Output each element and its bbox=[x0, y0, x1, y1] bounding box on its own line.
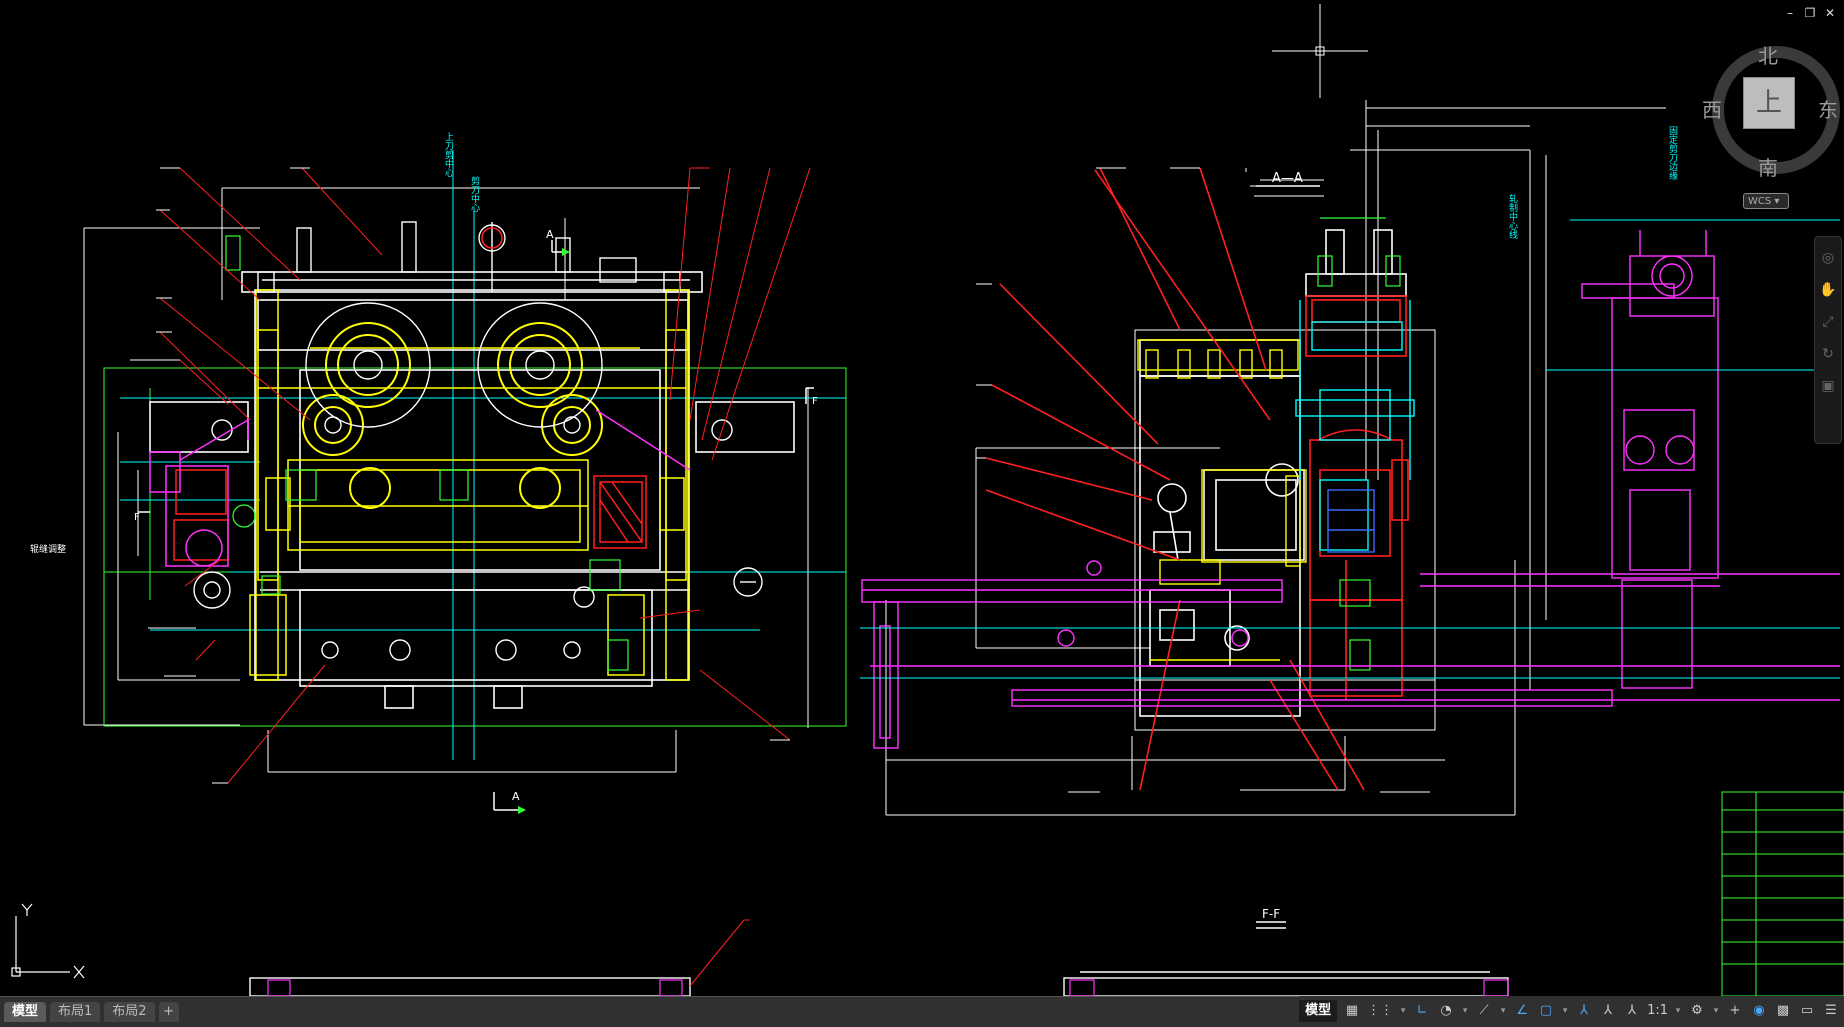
object-snap-icon[interactable]: ▢ bbox=[1537, 1000, 1555, 1022]
isodraft-icon[interactable]: ⟋ bbox=[1475, 1000, 1493, 1022]
grid-icon[interactable]: ▦ bbox=[1343, 1000, 1361, 1022]
compass-east[interactable]: 东 bbox=[1818, 94, 1838, 123]
workspace-gear-icon[interactable]: ⚙ bbox=[1688, 1000, 1706, 1022]
vtext-roll-center: 轧制中心线 bbox=[1507, 193, 1518, 239]
pan-hand-icon[interactable]: ✋ bbox=[1819, 281, 1837, 299]
vtext-upper-blade: 上刀剪中心 bbox=[443, 132, 454, 177]
status-bar: 模型 ▦ ⋮⋮ ▾ ∟ ◔ ▾ ⟋ ▾ ∠ ▢ ▾ ⅄ ⅄ ⅄ 1:1 ▾ ⚙ … bbox=[1299, 996, 1844, 1026]
showmotion-icon[interactable]: ▣ bbox=[1819, 377, 1837, 395]
section-aa-label: A—A bbox=[1272, 171, 1303, 186]
section-f-side-marker: F bbox=[134, 512, 140, 523]
steering-wheel-icon[interactable]: ◎ bbox=[1819, 249, 1837, 267]
object-snap-tracking-icon[interactable]: ∠ bbox=[1513, 1000, 1531, 1022]
annotation-monitor-icon[interactable]: + bbox=[1726, 1000, 1744, 1022]
scale-dropdown-icon[interactable]: ▾ bbox=[1674, 1000, 1682, 1022]
annotation-scale-value[interactable]: 1:1 bbox=[1647, 1000, 1668, 1022]
section-a-bottom-label: A bbox=[512, 790, 520, 803]
viewcube-top-face[interactable]: 上 bbox=[1743, 77, 1795, 129]
restore-icon[interactable]: ❐ bbox=[1802, 6, 1818, 20]
auto-scale-icon[interactable]: ⅄ bbox=[1599, 1000, 1617, 1022]
drawing-canvas[interactable]: A A F F 辊缝调整 上刀剪中心 剪刀中心 A—A F-F 固定剪刀边缘 轧… bbox=[0, 0, 1844, 996]
polar-tracking-icon[interactable]: ◔ bbox=[1437, 1000, 1455, 1022]
section-view-aa bbox=[249, 100, 1844, 996]
section-a-top-label: A bbox=[546, 228, 554, 241]
section-ff-label: F-F bbox=[1262, 907, 1280, 921]
ucs-icon bbox=[11, 903, 85, 979]
window-controls: – ❐ ✕ bbox=[1782, 6, 1838, 20]
annotation-visibility-icon[interactable]: ⅄ bbox=[1575, 1000, 1593, 1022]
osnap-dropdown-icon[interactable]: ▾ bbox=[1561, 1000, 1569, 1022]
isodraft-dropdown-icon[interactable]: ▾ bbox=[1499, 1000, 1507, 1022]
zoom-extents-icon[interactable]: ⤢ bbox=[1819, 313, 1837, 331]
model-space-button[interactable]: 模型 bbox=[1299, 1000, 1338, 1022]
polar-dropdown-icon[interactable]: ▾ bbox=[1461, 1000, 1469, 1022]
ortho-icon[interactable]: ∟ bbox=[1413, 1000, 1431, 1022]
vtext-fixed-blade: 固定剪刀边缘 bbox=[1667, 126, 1678, 180]
clean-screen-icon[interactable]: ▭ bbox=[1798, 1000, 1816, 1022]
front-view bbox=[83, 150, 847, 814]
compass-north[interactable]: 北 bbox=[1758, 40, 1778, 69]
wcs-label: WCS bbox=[1748, 196, 1772, 207]
compass-south[interactable]: 南 bbox=[1758, 152, 1778, 181]
isolate-objects-icon[interactable]: ◉ bbox=[1750, 1000, 1768, 1022]
snap-grid-icon[interactable]: ⋮⋮ bbox=[1367, 1000, 1393, 1022]
tab-layout1[interactable]: 布局1 bbox=[50, 1002, 101, 1022]
section-f-marker: F bbox=[812, 396, 818, 407]
wcs-dropdown[interactable]: WCS ▾ bbox=[1743, 193, 1789, 209]
left-dimension-note: 辊缝调整 bbox=[30, 543, 66, 555]
close-icon[interactable]: ✕ bbox=[1822, 6, 1838, 20]
snap-dropdown-icon[interactable]: ▾ bbox=[1399, 1000, 1407, 1022]
compass-west[interactable]: 西 bbox=[1702, 94, 1722, 123]
workspace-dropdown-icon[interactable]: ▾ bbox=[1712, 1000, 1720, 1022]
customize-menu-icon[interactable]: ☰ bbox=[1822, 1000, 1840, 1022]
navigation-bar: ◎ ✋ ⤢ ↻ ▣ bbox=[1814, 236, 1842, 444]
annotation-scale-icon[interactable]: ⅄ bbox=[1623, 1000, 1641, 1022]
tab-layout2[interactable]: 布局2 bbox=[104, 1002, 155, 1022]
orbit-icon[interactable]: ↻ bbox=[1819, 345, 1837, 363]
crosshair-cursor bbox=[1272, 4, 1368, 98]
viewcube[interactable]: 北 南 西 东 上 bbox=[1702, 40, 1840, 180]
tab-model[interactable]: 模型 bbox=[4, 1002, 47, 1022]
vtext-shear-center: 剪刀中心 bbox=[469, 175, 480, 212]
add-layout-button[interactable]: + bbox=[158, 1002, 179, 1022]
hardware-acceleration-icon[interactable]: ▩ bbox=[1774, 1000, 1792, 1022]
minimize-icon[interactable]: – bbox=[1782, 6, 1798, 20]
